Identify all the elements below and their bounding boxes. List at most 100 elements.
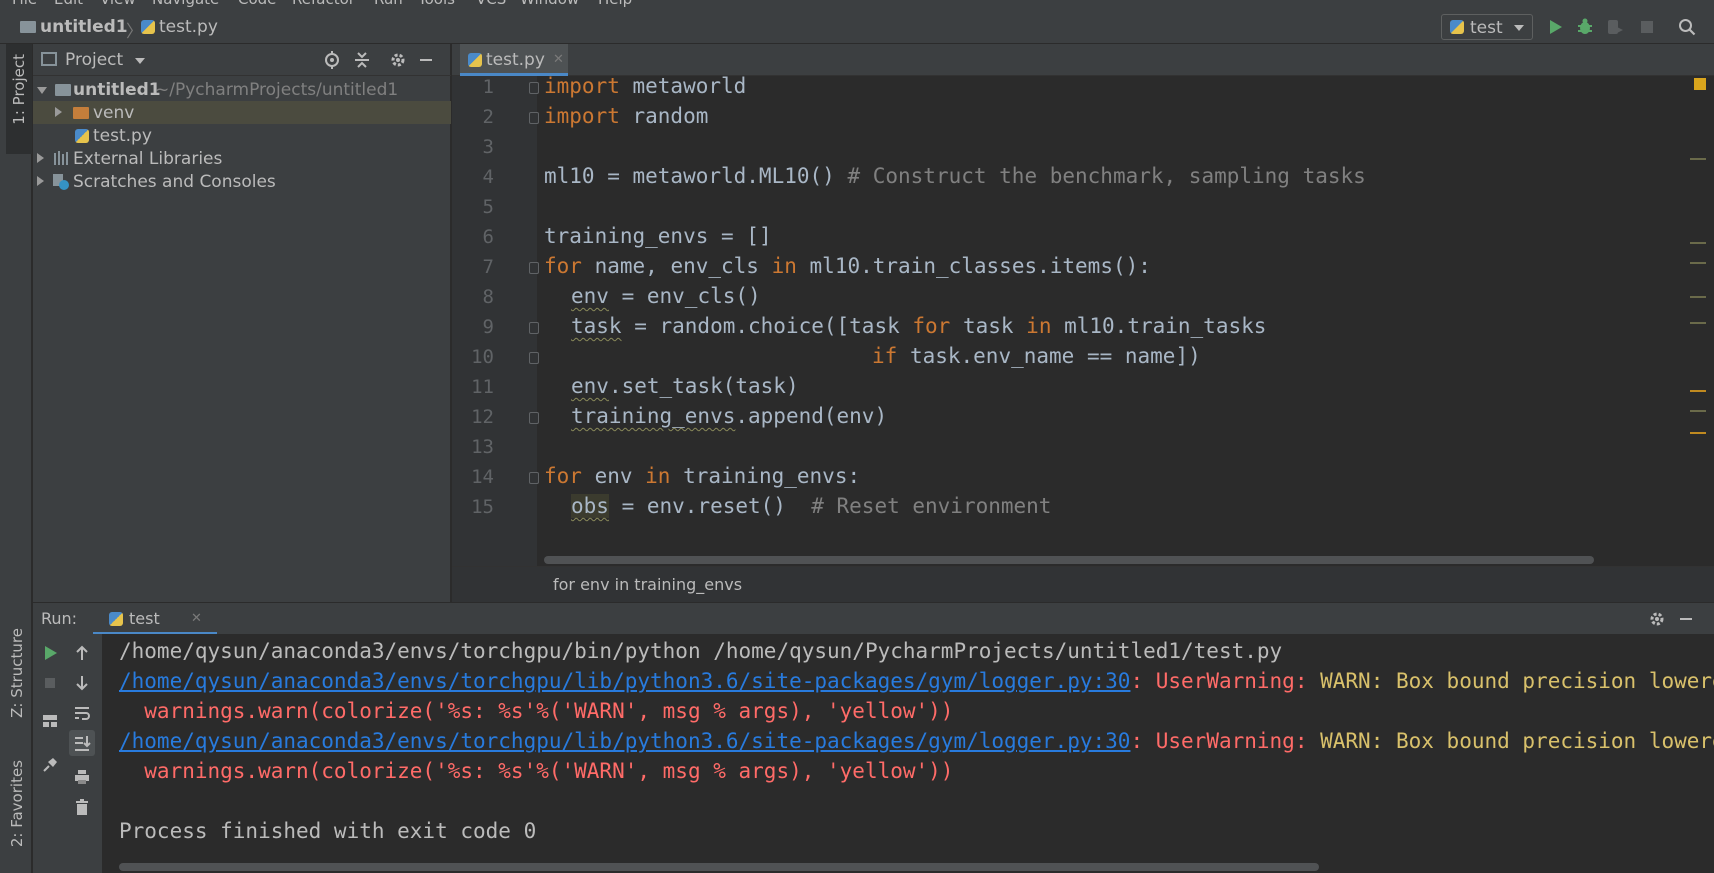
line-number: 10 <box>471 346 494 368</box>
python-file-icon <box>141 20 155 34</box>
code-line: obs = env.reset() # Reset environment <box>571 494 1052 518</box>
collapsed-arrow-icon[interactable] <box>55 107 62 117</box>
arrow-down-icon[interactable] <box>73 674 91 692</box>
code-line: training_envs.append(env) <box>571 404 888 428</box>
console-line-exit: Process finished with exit code 0 <box>119 819 537 843</box>
print-icon[interactable] <box>73 768 91 786</box>
project-panel-title[interactable]: Project <box>65 50 123 70</box>
console-file-link[interactable]: /home/qysun/anaconda3/envs/torchgpu/lib/… <box>119 729 1130 753</box>
gear-icon[interactable] <box>389 51 407 69</box>
collapsed-arrow-icon[interactable] <box>37 153 44 163</box>
tree-item-label: External Libraries <box>73 149 223 169</box>
line-number: 7 <box>482 256 494 278</box>
menu-help[interactable]: Help <box>598 0 632 8</box>
run-config-label: test <box>1470 18 1503 38</box>
fold-marker-icon[interactable] <box>529 262 539 274</box>
trash-icon[interactable] <box>73 798 91 816</box>
editor-horizontal-scrollbar[interactable] <box>544 556 1594 564</box>
fold-marker-icon[interactable] <box>529 82 539 94</box>
minimize-icon[interactable] <box>417 51 435 69</box>
editor-breadcrumb[interactable]: for env in training_envs <box>553 575 742 594</box>
error-stripe-marker[interactable] <box>1690 410 1706 412</box>
tree-item-venv[interactable]: venv <box>33 101 451 124</box>
fold-marker-icon[interactable] <box>529 412 539 424</box>
error-stripe-marker[interactable] <box>1690 262 1706 264</box>
menu-window[interactable]: Window <box>520 0 579 8</box>
menu-navigate[interactable]: Navigate <box>152 0 219 8</box>
menu-tools[interactable]: Tools <box>418 0 455 8</box>
arrow-up-icon[interactable] <box>73 644 91 662</box>
fold-marker-icon[interactable] <box>529 472 539 484</box>
tool-tab-structure[interactable]: Z: Structure <box>4 628 30 758</box>
tree-item-label: untitled1 <box>73 80 161 100</box>
menu-view[interactable]: View <box>100 0 136 8</box>
project-tool-window: Project untitled1 ~/PycharmProjects/unti… <box>33 44 451 602</box>
restore-layout-icon[interactable] <box>41 712 59 730</box>
pin-icon[interactable] <box>41 756 59 774</box>
close-icon[interactable]: ✕ <box>553 52 564 67</box>
run-console[interactable]: /home/qysun/anaconda3/envs/torchgpu/bin/… <box>103 634 1714 873</box>
code-line: import metaworld <box>544 76 747 98</box>
tree-item-root[interactable]: untitled1 ~/PycharmProjects/untitled1 <box>33 78 451 101</box>
editor-breadcrumb-bar: for env in training_envs <box>452 566 1714 602</box>
console-horizontal-scrollbar[interactable] <box>119 863 1319 871</box>
error-stripe-marker[interactable] <box>1690 322 1706 324</box>
error-stripe-marker[interactable] <box>1690 432 1706 434</box>
tool-tab-favorites[interactable]: 2: Favorites <box>4 760 30 870</box>
close-icon[interactable]: ✕ <box>191 611 202 626</box>
run-icon[interactable] <box>1546 18 1564 36</box>
breadcrumb-file[interactable]: test.py <box>159 17 218 37</box>
breadcrumb-project[interactable]: untitled1 <box>40 17 128 37</box>
fold-marker-icon[interactable] <box>529 112 539 124</box>
run-configuration-selector[interactable]: test <box>1441 14 1533 40</box>
library-icon <box>54 151 68 165</box>
minimize-icon[interactable] <box>1677 610 1695 628</box>
debug-icon[interactable] <box>1576 18 1594 36</box>
code-line: for name, env_cls in ml10.train_classes.… <box>544 254 1151 278</box>
console-file-link[interactable]: /home/qysun/anaconda3/envs/torchgpu/lib/… <box>119 669 1130 693</box>
menu-bar: File Edit View Navigate Code Refactor Ru… <box>0 0 1714 8</box>
tree-item-scratches[interactable]: Scratches and Consoles <box>33 170 451 193</box>
run-tab-test[interactable]: test ✕ <box>93 603 217 635</box>
locate-icon[interactable] <box>323 51 341 69</box>
gear-icon[interactable] <box>1648 610 1666 628</box>
chevron-down-icon[interactable] <box>135 58 145 64</box>
code-line: for env in training_envs: <box>544 464 861 488</box>
scroll-to-end-icon <box>75 736 91 751</box>
error-stripe-marker[interactable] <box>1690 390 1706 392</box>
run-toolbar <box>33 634 103 873</box>
code-editor[interactable]: 1 2 3 4 5 6 7 8 9 10 11 12 13 14 15 impo… <box>452 76 1714 566</box>
scroll-to-end-toggle[interactable] <box>69 730 95 756</box>
stop-icon[interactable] <box>41 674 59 692</box>
code-line: task = random.choice([task for task in m… <box>571 314 1267 338</box>
inspection-status-icon[interactable] <box>1694 78 1706 90</box>
tab-test-py[interactable]: test.py ✕ <box>460 44 568 76</box>
tool-tab-project[interactable]: 1: Project <box>6 44 32 154</box>
expanded-arrow-icon[interactable] <box>37 87 47 94</box>
stop-icon[interactable] <box>1638 18 1656 36</box>
soft-wrap-icon[interactable] <box>73 704 91 722</box>
fold-marker-icon[interactable] <box>529 352 539 364</box>
menu-vcs[interactable]: VCS <box>476 0 506 8</box>
rerun-icon[interactable] <box>41 644 59 662</box>
menu-edit[interactable]: Edit <box>54 0 83 8</box>
python-icon <box>109 612 123 626</box>
tree-item-external-libraries[interactable]: External Libraries <box>33 147 451 170</box>
code-line: if task.env_name == name]) <box>872 344 1201 368</box>
coverage-icon[interactable] <box>1606 18 1624 36</box>
python-file-icon <box>75 129 89 143</box>
error-stripe-marker[interactable] <box>1690 296 1706 298</box>
run-label: Run: <box>41 609 78 628</box>
menu-run[interactable]: Run <box>374 0 403 8</box>
menu-code[interactable]: Code <box>238 0 276 8</box>
collapsed-arrow-icon[interactable] <box>37 176 44 186</box>
collapse-all-icon[interactable] <box>353 51 371 69</box>
menu-refactor[interactable]: Refactor <box>292 0 355 8</box>
error-stripe-marker[interactable] <box>1690 242 1706 244</box>
search-icon[interactable] <box>1678 18 1696 36</box>
line-number: 15 <box>471 496 494 518</box>
menu-file[interactable]: File <box>12 0 37 8</box>
error-stripe-marker[interactable] <box>1690 158 1706 160</box>
tree-item-test-py[interactable]: test.py <box>33 124 451 147</box>
fold-marker-icon[interactable] <box>529 322 539 334</box>
